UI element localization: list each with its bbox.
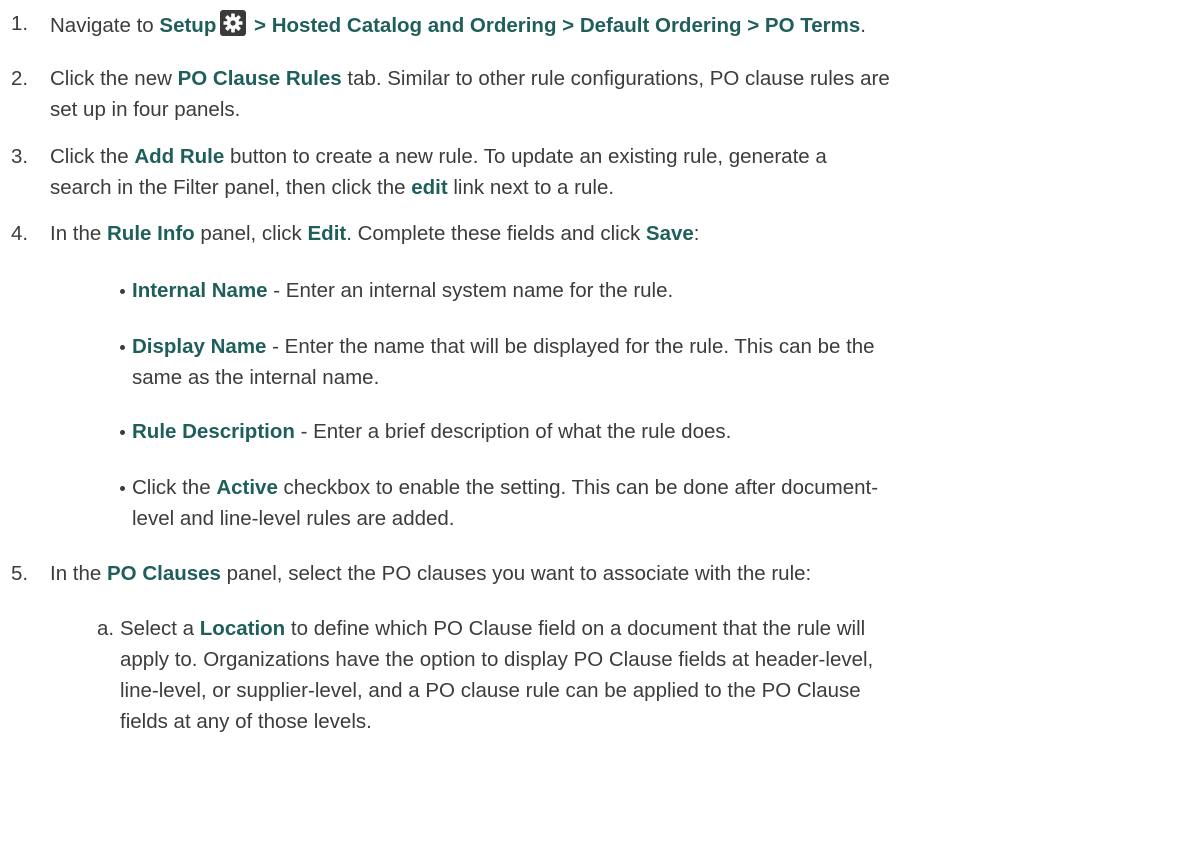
text-line: Internal Name - Enter an internal system… (132, 277, 673, 304)
bullet-point (120, 289, 125, 294)
body-text: Navigate to (50, 14, 160, 37)
emphasized-term: Save (645, 222, 694, 245)
emphasized-term: Add Rule (134, 145, 225, 168)
emphasized-term: Location (199, 617, 286, 640)
text-line: Click the Add Rule button to create a ne… (50, 143, 827, 170)
step-number: 3. (11, 145, 29, 168)
text-line: In the Rule Info panel, click Edit. Comp… (50, 220, 700, 247)
body-text: button to create a new rule. To update a… (224, 145, 827, 168)
body-text: Click the (132, 476, 217, 499)
body-text: tab. Similar to other rule configuration… (341, 67, 890, 90)
text-line: fields at any of those levels. (120, 708, 372, 735)
body-text: - Enter the name that will be displayed … (266, 335, 875, 358)
body-text: checkbox to enable the setting. This can… (277, 476, 879, 499)
step-number: 5. (11, 562, 29, 585)
body-text: Click the (50, 145, 135, 168)
body-text: . (860, 14, 866, 37)
body-text: Select a (120, 617, 200, 640)
body-text: In the (50, 562, 107, 585)
body-text: : (693, 222, 700, 245)
text-line: level and line-level rules are added. (132, 505, 455, 532)
text-line: Rule Description - Enter a brief descrip… (132, 418, 731, 445)
bullet-point (120, 430, 125, 435)
body-text: - Enter an internal system name for the … (267, 279, 674, 302)
emphasized-term: Edit (307, 222, 347, 245)
body-text: set up in four panels. (50, 98, 241, 121)
emphasized-term: Setup (159, 14, 217, 37)
text-line: Click the new PO Clause Rules tab. Simil… (50, 65, 890, 92)
emphasized-term: Active (216, 476, 278, 499)
body-text: panel, select the PO clauses you want to… (220, 562, 812, 585)
step-number: 4. (11, 222, 29, 245)
bullet-point (120, 345, 125, 350)
step-number: 2. (11, 67, 29, 90)
emphasized-term: edit (411, 176, 448, 199)
body-text: Click the new (50, 67, 178, 90)
text-line: same as the internal name. (132, 364, 379, 391)
emphasized-term: Rule Info (107, 222, 195, 245)
body-text: same as the internal name. (132, 366, 380, 389)
text-line: line-level, or supplier-level, and a PO … (120, 677, 861, 704)
bullet-point (120, 486, 125, 491)
body-text: to define which PO Clause field on a doc… (285, 617, 866, 640)
step-number: 1. (11, 12, 29, 35)
gear-icon (220, 10, 247, 43)
body-text: . Complete these fields and click (346, 222, 646, 245)
body-text: search in the Filter panel, then click t… (50, 176, 412, 199)
emphasized-term: Internal Name (132, 279, 268, 302)
emphasized-term: Rule Description (132, 420, 295, 443)
text-line: Display Name - Enter the name that will … (132, 333, 875, 360)
text-line: set up in four panels. (50, 96, 240, 123)
body-text: link next to a rule. (447, 176, 615, 199)
body-text: level and line-level rules are added. (132, 507, 455, 530)
body-text: fields at any of those levels. (120, 710, 372, 733)
text-line: Navigate to Setup > Hosted Catalog and O… (50, 10, 866, 43)
emphasized-term: Display Name (132, 335, 267, 358)
body-text: line-level, or supplier-level, and a PO … (120, 679, 861, 702)
body-text: panel, click (194, 222, 308, 245)
emphasized-term: > Hosted Catalog and Ordering > Default … (248, 14, 861, 37)
text-line: In the PO Clauses panel, select the PO c… (50, 560, 811, 587)
instruction-document: 1. Navigate to Setup > Hosted Catalog and… (0, 0, 1178, 857)
body-text: - Enter a brief description of what the … (294, 420, 732, 443)
body-text: apply to. Organizations have the option … (120, 648, 874, 671)
emphasized-term: PO Clause Rules (177, 67, 342, 90)
body-text: In the (50, 222, 107, 245)
text-line: Click the Active checkbox to enable the … (132, 474, 878, 501)
sub-step-letter: a. (97, 617, 115, 640)
text-line: search in the Filter panel, then click t… (50, 174, 614, 201)
text-line: apply to. Organizations have the option … (120, 646, 873, 673)
text-line: Select a Location to define which PO Cla… (120, 615, 865, 642)
emphasized-term: PO Clauses (107, 562, 221, 585)
